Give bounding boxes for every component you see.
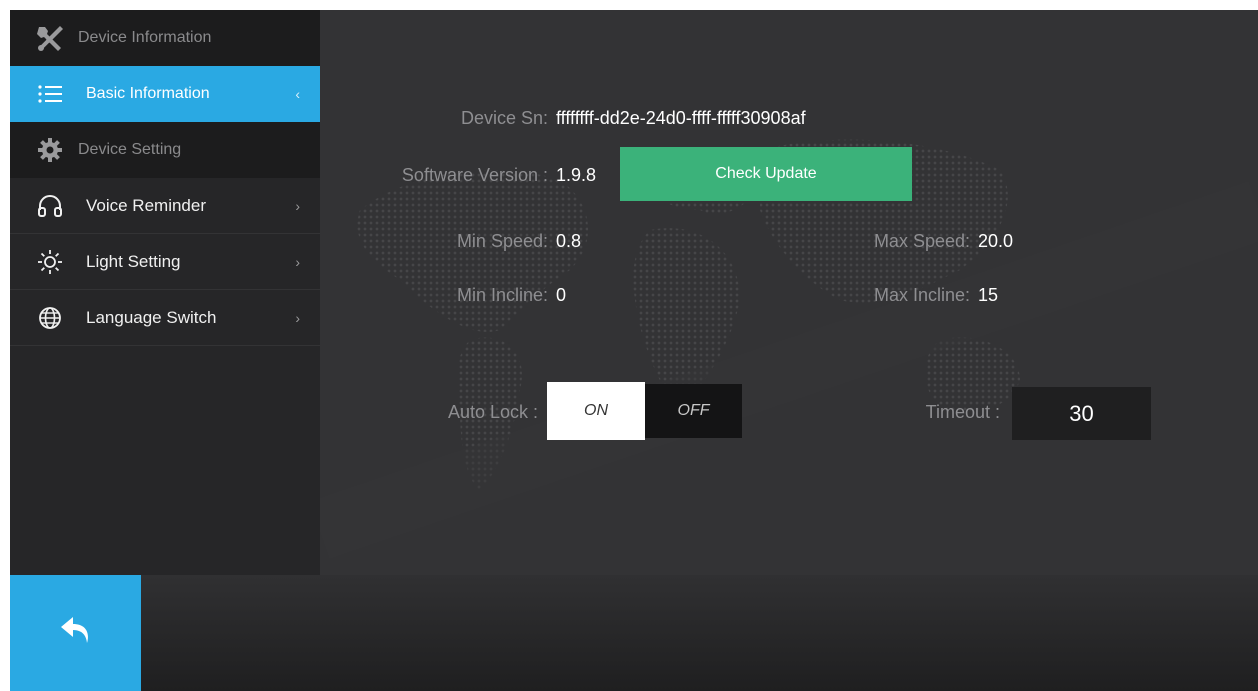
sidebar-item-language-switch[interactable]: Language Switch › bbox=[10, 290, 320, 346]
device-setting-label: Device Setting bbox=[78, 141, 182, 158]
min-incline-label: Min Incline: bbox=[456, 285, 548, 305]
auto-lock-off-option[interactable]: OFF bbox=[645, 384, 742, 438]
device-sn-value: ffffffff-dd2e-24d0-ffff-fffff30908af bbox=[556, 108, 806, 128]
auto-lock-on-option[interactable]: ON bbox=[547, 382, 645, 440]
chevron-right-icon: › bbox=[295, 253, 300, 270]
device-setting-header: Device Setting bbox=[10, 122, 320, 178]
check-update-button[interactable]: Check Update bbox=[620, 147, 912, 201]
max-incline-value: 15 bbox=[978, 285, 999, 305]
sidebar-item-label: Language Switch bbox=[86, 307, 217, 327]
settings-screen: Device Information Basic Information ‹ D… bbox=[10, 10, 1258, 691]
timeout-label: Timeout : bbox=[925, 402, 1000, 422]
headphones-icon bbox=[32, 194, 68, 218]
chevron-right-icon: › bbox=[295, 309, 300, 326]
min-speed-label: Min Speed: bbox=[456, 231, 548, 251]
min-speed-value: 0.8 bbox=[556, 231, 582, 251]
software-version-value: 1.9.8 bbox=[556, 165, 597, 185]
max-speed-value: 20.0 bbox=[978, 231, 1014, 251]
sidebar-item-basic-information[interactable]: Basic Information ‹ bbox=[10, 66, 320, 122]
back-arrow-icon bbox=[59, 615, 93, 652]
sidebar: Device Information Basic Information ‹ D… bbox=[10, 10, 320, 575]
device-sn-label: Device Sn: bbox=[460, 108, 548, 128]
gear-icon bbox=[32, 137, 68, 163]
chevron-left-icon: ‹ bbox=[295, 86, 300, 102]
back-button[interactable] bbox=[10, 575, 141, 691]
device-information-label: Device Information bbox=[78, 29, 212, 46]
timeout-input[interactable]: 30 bbox=[1012, 387, 1151, 440]
sidebar-item-label: Voice Reminder bbox=[86, 195, 207, 215]
device-information-header: Device Information bbox=[10, 10, 320, 66]
max-speed-label: Max Speed: bbox=[873, 231, 970, 251]
sun-icon bbox=[32, 249, 68, 275]
sidebar-item-label: Basic Information bbox=[86, 85, 210, 102]
sidebar-item-voice-reminder[interactable]: Voice Reminder › bbox=[10, 178, 320, 234]
max-incline-label: Max Incline: bbox=[873, 285, 970, 305]
min-incline-value: 0 bbox=[556, 285, 567, 305]
auto-lock-label: Auto Lock : bbox=[447, 402, 538, 422]
auto-lock-toggle[interactable]: ON OFF bbox=[547, 382, 742, 440]
sidebar-item-label: Light Setting bbox=[86, 251, 181, 271]
chevron-right-icon: › bbox=[295, 197, 300, 214]
sidebar-item-light-setting[interactable]: Light Setting › bbox=[10, 234, 320, 290]
tools-icon bbox=[32, 24, 68, 52]
basic-information-panel: Device Sn: ffffffff-dd2e-24d0-ffff-fffff… bbox=[320, 10, 1258, 575]
bottom-bar bbox=[10, 575, 1258, 691]
list-icon bbox=[32, 84, 68, 104]
globe-icon bbox=[32, 305, 68, 331]
software-version-label: Software Version : bbox=[401, 165, 548, 185]
